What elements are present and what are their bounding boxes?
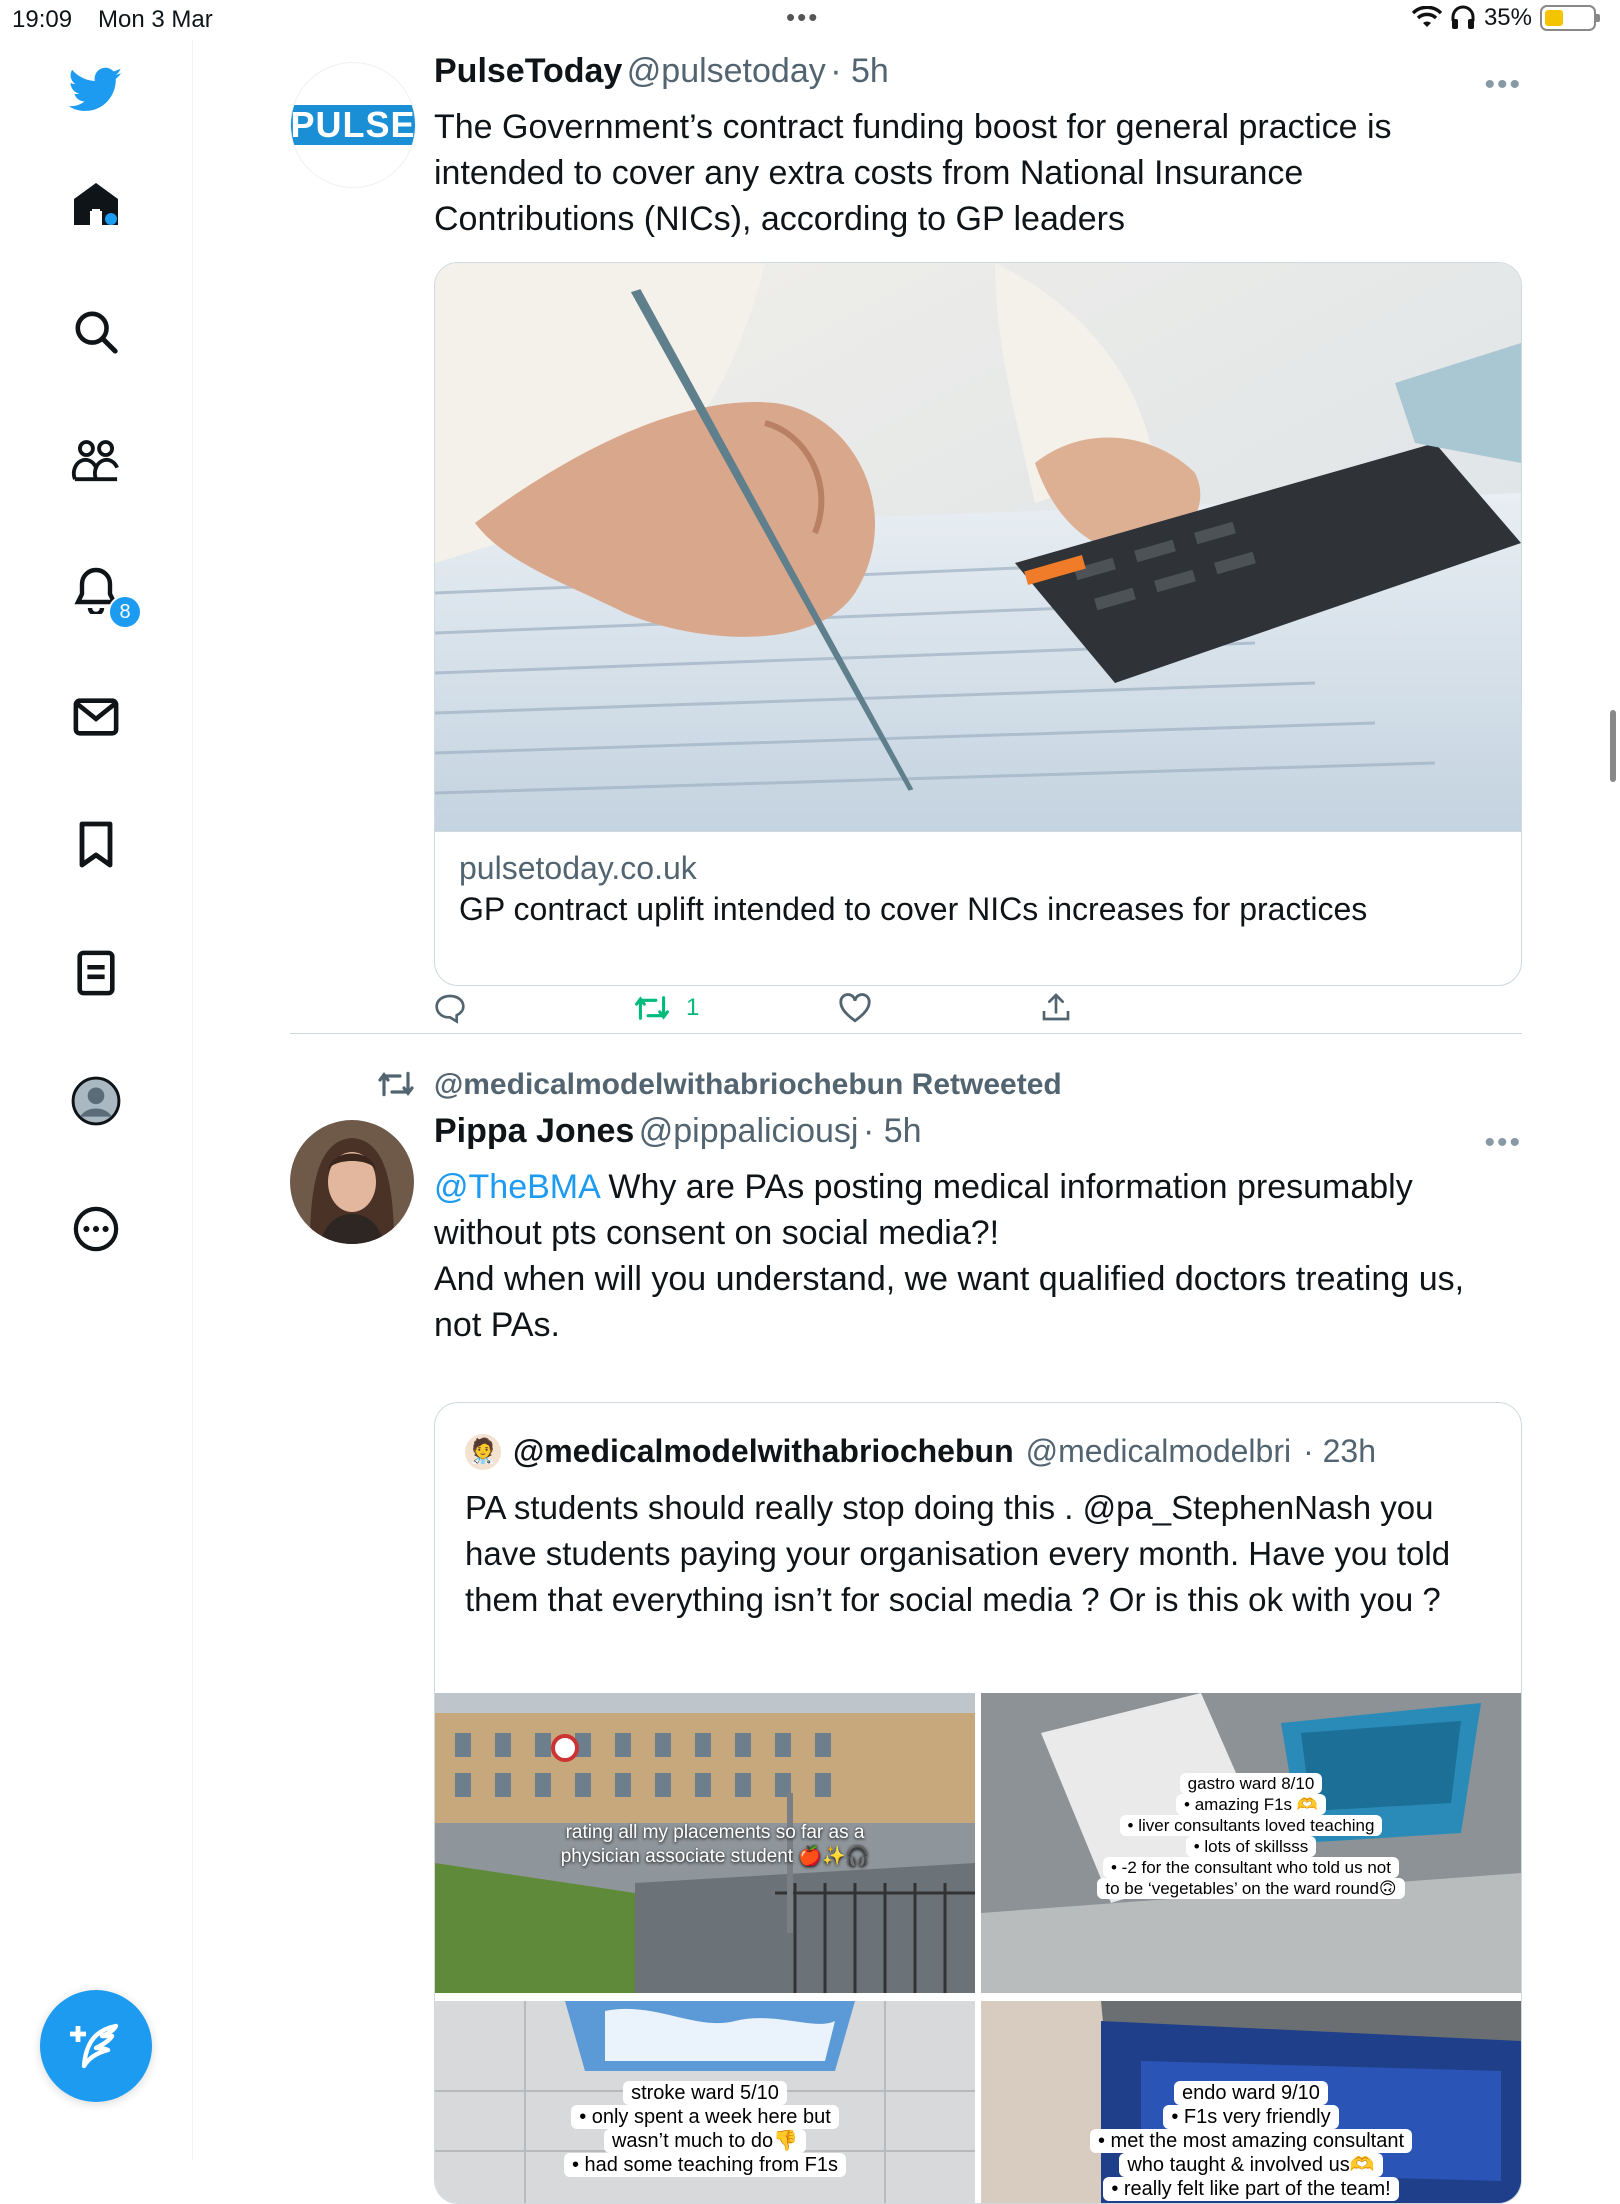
tweet-time[interactable]: · 5h <box>863 1112 922 1150</box>
like-icon[interactable] <box>838 992 872 1031</box>
media-caption: • had some teaching from F1s <box>563 2153 846 2177</box>
retweeted-by[interactable]: @medicalmodelwithabriochebun Retweeted <box>434 1068 1062 1102</box>
author-name[interactable]: Pippa Jones <box>434 1112 634 1150</box>
tweet-actions: 1 <box>434 984 1520 1032</box>
avatar[interactable]: PULSE <box>290 62 416 188</box>
media-caption: • amazing F1s 🫶 <box>1176 1794 1326 1815</box>
status-time: 19:09 <box>12 6 73 33</box>
status-bar: 19:09 Mon 3 Mar ••• 35% <box>0 0 1620 40</box>
quoted-tweet-text: PA students should really stop doing thi… <box>465 1489 1451 1618</box>
more-options-icon[interactable] <box>66 1199 126 1259</box>
media-caption: endo ward 9/10 <box>1174 2081 1328 2105</box>
tweet-text: The Government’s contract funding boost … <box>434 108 1392 238</box>
battery-percent: 35% <box>1483 4 1532 31</box>
media-caption: • F1s very friendly <box>1163 2105 1339 2129</box>
media-caption: gastro ward 8/10 <box>1179 1773 1323 1794</box>
wifi-icon <box>1411 6 1442 27</box>
quoted-author-name[interactable]: @medicalmodelwithabriochebun <box>513 1433 1014 1470</box>
link-card[interactable]: pulsetoday.co.uk GP contract uplift inte… <box>434 262 1522 986</box>
tweet-divider <box>290 1033 1522 1034</box>
retweet-count: 1 <box>686 994 700 1021</box>
media-grid: rating all my placements so far as a phy… <box>435 1693 1521 2203</box>
tweet-more-icon[interactable]: ••• <box>1484 68 1522 102</box>
messages-icon[interactable] <box>66 687 126 747</box>
media-caption: • -2 for the consultant who told us not <box>1102 1857 1399 1878</box>
media-image-3[interactable]: stroke ward 5/10 • only spent a week her… <box>435 2001 975 2203</box>
compose-tweet-button[interactable] <box>40 1990 152 2102</box>
tweet-time[interactable]: · 5h <box>830 52 889 90</box>
scrollbar[interactable] <box>1610 710 1616 782</box>
media-caption: • met the most amazing consultant <box>1089 2129 1413 2153</box>
bookmarks-icon[interactable] <box>66 815 126 875</box>
tweet-header: PulseToday @pulsetoday · 5h <box>434 52 889 91</box>
media-caption: • only spent a week here but <box>571 2105 839 2129</box>
retweet-icon[interactable] <box>634 992 670 1031</box>
home-new-dot <box>105 213 117 225</box>
quoted-tweet-header: 🧑‍⚕️ @medicalmodelwithabriochebun @medic… <box>465 1433 1376 1470</box>
quoted-tweet-time[interactable]: · 23h <box>1303 1433 1376 1470</box>
quoted-tweet[interactable]: 🧑‍⚕️ @medicalmodelwithabriochebun @medic… <box>434 1402 1522 2204</box>
headphones-icon <box>1451 5 1475 29</box>
status-date: Mon 3 Mar <box>98 6 213 33</box>
media-image-1[interactable]: rating all my placements so far as a phy… <box>435 1693 975 1993</box>
twitter-logo-icon[interactable] <box>66 60 126 120</box>
media-image-2[interactable]: gastro ward 8/10 • amazing F1s 🫶 • liver… <box>981 1693 1521 1993</box>
media-caption: stroke ward 5/10 <box>623 2081 787 2105</box>
quoted-avatar[interactable]: 🧑‍⚕️ <box>465 1433 501 1470</box>
tweet[interactable]: PULSE PulseToday @pulsetoday · 5h ••• Th… <box>290 40 1522 1032</box>
communities-icon[interactable] <box>66 430 126 490</box>
multitask-dots-icon[interactable]: ••• <box>786 2 819 33</box>
media-caption: physician associate student 🍎✨🎧 <box>560 1846 870 1867</box>
media-caption: to be ‘vegetables’ on the ward round🙃 <box>1097 1878 1405 1899</box>
reply-icon[interactable] <box>434 992 466 1031</box>
card-image <box>435 263 1521 831</box>
media-image-4[interactable]: endo ward 9/10 • F1s very friendly • met… <box>981 2001 1521 2203</box>
notifications-badge: 8 <box>108 595 142 629</box>
media-caption: • lots of skillsss <box>1185 1836 1317 1857</box>
compose-feather-icon <box>70 2023 119 2069</box>
author-handle[interactable]: @pulsetoday <box>627 52 826 90</box>
search-icon[interactable] <box>66 302 126 362</box>
tweet-more-icon[interactable]: ••• <box>1484 1126 1522 1160</box>
tweet-text: @TheBMA Why are PAs posting medical info… <box>434 1164 1504 1348</box>
media-caption: wasn’t much to do👎 <box>603 2129 807 2153</box>
quoted-author-handle[interactable]: @medicalmodelbri <box>1026 1433 1291 1470</box>
sidebar-nav: 8 <box>0 40 193 2160</box>
tweet[interactable]: @medicalmodelwithabriochebun Retweeted P… <box>290 1060 1522 2204</box>
avatar[interactable] <box>290 1120 414 1244</box>
media-caption: • really felt like part of the team! <box>1103 2177 1399 2201</box>
battery-icon <box>1540 5 1600 31</box>
card-domain: pulsetoday.co.uk <box>459 850 697 886</box>
home-icon[interactable] <box>66 174 126 234</box>
retweeted-icon <box>376 1068 416 1105</box>
mention-link[interactable]: @TheBMA <box>434 1168 599 1206</box>
card-title: GP contract uplift intended to cover NIC… <box>459 891 1368 927</box>
media-caption: rating all my placements so far as a <box>565 1822 865 1843</box>
media-caption: • liver consultants loved teaching <box>1119 1815 1383 1836</box>
author-name[interactable]: PulseToday <box>434 52 622 90</box>
author-handle[interactable]: @pippaliciousj <box>639 1112 859 1150</box>
tweet-text-line2: And when will you understand, we want qu… <box>434 1260 1465 1344</box>
pulse-logo: PULSE <box>291 105 415 145</box>
profile-avatar-icon[interactable] <box>66 1071 126 1131</box>
share-icon[interactable] <box>1040 990 1072 1031</box>
media-caption: who taught & involved us🫶 <box>1119 2153 1383 2177</box>
lists-icon[interactable] <box>66 943 126 1003</box>
tweet-header: Pippa Jones @pippaliciousj · 5h <box>434 1112 922 1151</box>
